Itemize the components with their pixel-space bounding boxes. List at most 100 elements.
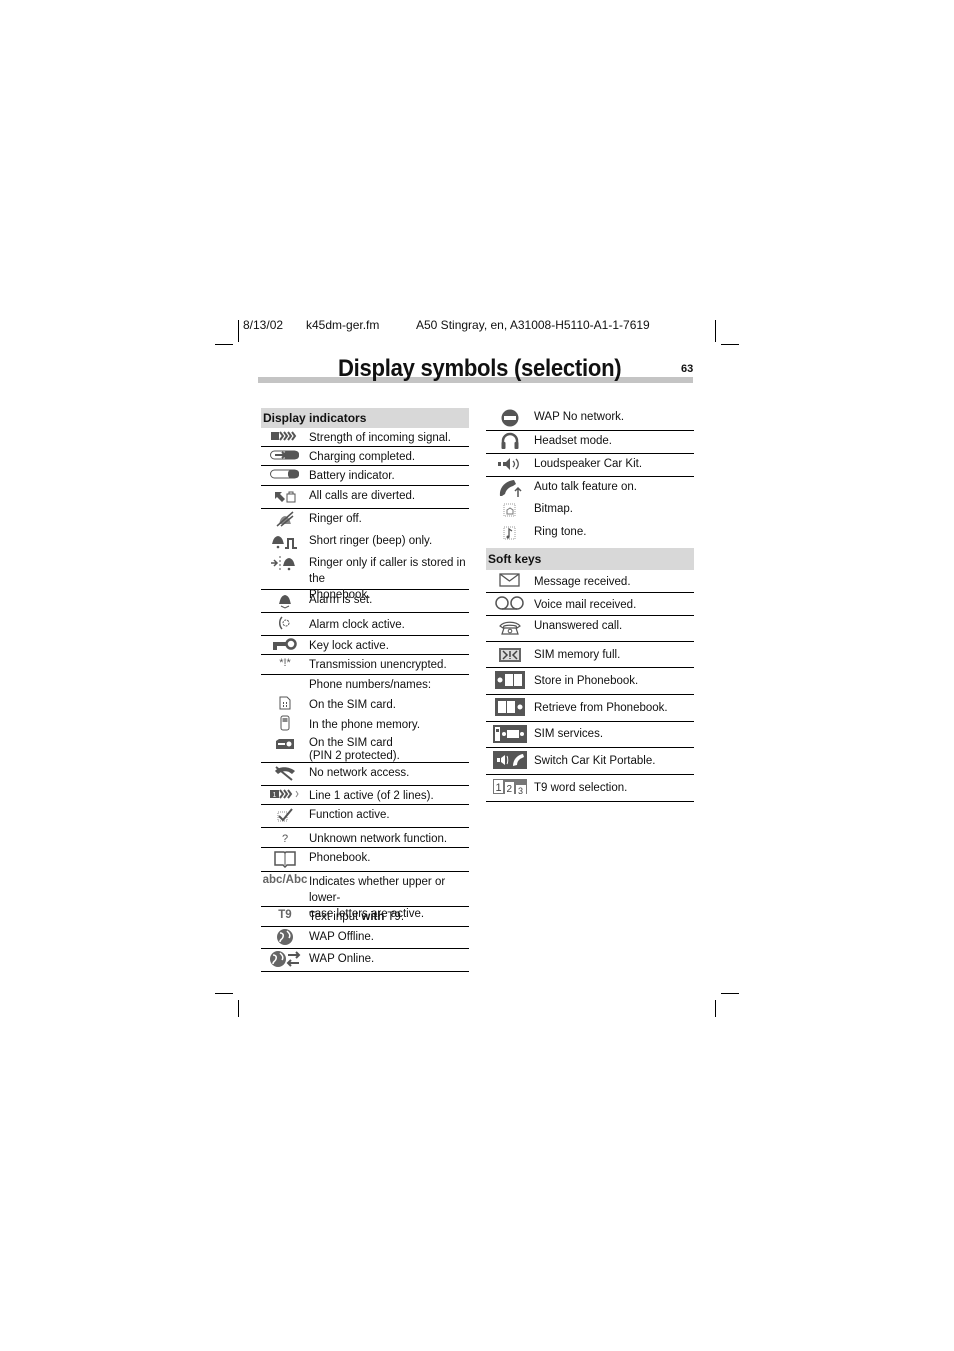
row-text: Charging completed. bbox=[309, 451, 416, 463]
row-text: Unanswered call. bbox=[534, 620, 623, 632]
row-text-cont: (PIN 2 protected). bbox=[309, 750, 400, 762]
sim-pin2-icon bbox=[261, 735, 309, 753]
row-text-pre: Text input bbox=[309, 911, 362, 923]
row-text: Key lock active. bbox=[309, 640, 389, 652]
svg-text:3: 3 bbox=[518, 786, 523, 796]
row-text: Transmission unencrypted. bbox=[309, 659, 447, 671]
row-text: Ringer off. bbox=[309, 513, 362, 525]
table-row: Auto talk feature on. bbox=[486, 477, 694, 499]
row-text-bold: with bbox=[361, 911, 385, 923]
retrieve-phonebook-icon bbox=[495, 695, 525, 719]
row-text: Text input with T9. bbox=[309, 907, 469, 926]
table-row: Phone numbers/names: On the SIM card. In… bbox=[261, 675, 469, 763]
table-row: Switch Car Kit Portable. bbox=[486, 748, 694, 775]
row-text: Strength of incoming signal. bbox=[309, 432, 451, 444]
table-row: Loudspeaker Car Kit. bbox=[486, 454, 694, 477]
table-row: SIM memory full. bbox=[486, 642, 694, 668]
t9-word-selection-icon: 123 bbox=[493, 775, 527, 799]
unknown-function-icon: ? bbox=[281, 833, 289, 845]
crop-mark bbox=[715, 1000, 716, 1017]
crop-mark bbox=[715, 320, 716, 342]
crop-mark bbox=[238, 1000, 239, 1017]
key-lock-icon bbox=[272, 636, 298, 652]
wap-no-network-icon bbox=[501, 408, 519, 428]
table-row: Headset mode. bbox=[486, 431, 694, 454]
row-text: Alarm clock active. bbox=[309, 619, 405, 631]
store-phonebook-icon bbox=[495, 668, 525, 692]
function-active-icon bbox=[277, 805, 293, 825]
calls-diverted-icon bbox=[274, 486, 296, 506]
unencrypted-icon: *!* bbox=[279, 657, 291, 669]
sim-card-icon bbox=[261, 695, 309, 711]
table-row: *!* Transmission unencrypted. bbox=[261, 655, 469, 675]
table-row: T9 Text input with T9. bbox=[261, 907, 469, 927]
table-row: Short ringer (beep) only. bbox=[261, 531, 469, 553]
blank-icon bbox=[261, 675, 309, 691]
table-row: Function active. bbox=[261, 805, 469, 828]
row-text: In the phone memory. bbox=[309, 719, 421, 731]
table-row: Message received. bbox=[486, 570, 694, 593]
ring-tone-icon bbox=[503, 522, 517, 544]
svg-text:1: 1 bbox=[273, 792, 277, 799]
row-text: T9 word selection. bbox=[534, 782, 628, 794]
table-row: Phonebook. bbox=[261, 848, 469, 872]
crop-mark bbox=[721, 344, 739, 345]
display-indicators-table: Display indicators Strength of incoming … bbox=[261, 408, 469, 972]
row-text: On the SIM card. bbox=[309, 699, 396, 711]
phonebook-icon bbox=[274, 848, 296, 870]
row-text: WAP Offline. bbox=[309, 931, 374, 943]
table-row: ? Unknown network function. bbox=[261, 828, 469, 848]
row-text: Alarm is set. bbox=[309, 594, 373, 606]
row-text: Unknown network function. bbox=[309, 833, 448, 845]
phone-memory-icon bbox=[261, 715, 309, 731]
table-row: Alarm is set. bbox=[261, 590, 469, 613]
table-row: Ring tone. bbox=[486, 522, 694, 544]
table-row: Unanswered call. bbox=[486, 616, 694, 642]
crop-mark bbox=[215, 993, 233, 994]
crop-mark bbox=[238, 320, 239, 342]
voicemail-icon bbox=[494, 593, 526, 613]
soft-keys-table: Soft keys Message received. Voice mail r… bbox=[486, 548, 694, 802]
sim-services-icon bbox=[493, 722, 527, 746]
alarm-clock-icon bbox=[278, 613, 292, 633]
row-text: Switch Car Kit Portable. bbox=[534, 755, 656, 767]
table-row: Charging completed. bbox=[261, 447, 469, 466]
auto-talk-icon bbox=[497, 477, 523, 499]
row-text: Ring tone. bbox=[534, 526, 587, 538]
row-text: Auto talk feature on. bbox=[534, 481, 637, 493]
svg-text:2: 2 bbox=[507, 784, 513, 795]
row-text: No network access. bbox=[309, 767, 410, 779]
ringer-phonebook-icon bbox=[270, 553, 300, 573]
row-text: Short ringer (beep) only. bbox=[309, 535, 433, 547]
row-text: SIM services. bbox=[534, 728, 604, 740]
row-text: Voice mail received. bbox=[534, 599, 637, 611]
case-icon: abc/Abc bbox=[262, 874, 308, 886]
message-icon bbox=[499, 570, 521, 590]
row-text: Ringer only if caller is stored in the bbox=[309, 557, 466, 585]
svg-text:1: 1 bbox=[496, 782, 502, 794]
header-date: 8/13/02 bbox=[243, 318, 284, 332]
sim-memory-full-icon bbox=[499, 642, 521, 667]
row-text: Function active. bbox=[309, 809, 390, 821]
alarm-bell-icon bbox=[276, 590, 294, 610]
table-row: Store in Phonebook. bbox=[486, 668, 694, 695]
header-file: k45dm-ger.fm bbox=[306, 318, 380, 332]
crop-mark bbox=[215, 344, 233, 345]
row-text: All calls are diverted. bbox=[309, 490, 416, 502]
table-row: Bitmap. bbox=[486, 499, 694, 522]
page-number: 63 bbox=[681, 363, 694, 375]
row-text: Phone numbers/names: bbox=[309, 679, 432, 691]
table-row: Battery indicator. bbox=[261, 466, 469, 486]
row-text: Message received. bbox=[534, 576, 631, 588]
section-heading: Soft keys bbox=[486, 548, 694, 570]
table-row: Voice mail received. bbox=[486, 593, 694, 616]
row-text: On the SIM card bbox=[309, 737, 393, 749]
row-text: Bitmap. bbox=[534, 503, 573, 515]
table-row: Retrieve from Phonebook. bbox=[486, 695, 694, 722]
table-row: No network access. bbox=[261, 763, 469, 786]
table-row: SIM services. bbox=[486, 722, 694, 748]
right-top-table: WAP No network. Headset mode. Loudspeake… bbox=[486, 408, 694, 544]
table-row: Strength of incoming signal. bbox=[261, 428, 469, 447]
table-row: Alarm clock active. bbox=[261, 613, 469, 636]
row-text-post: T9. bbox=[384, 911, 405, 923]
